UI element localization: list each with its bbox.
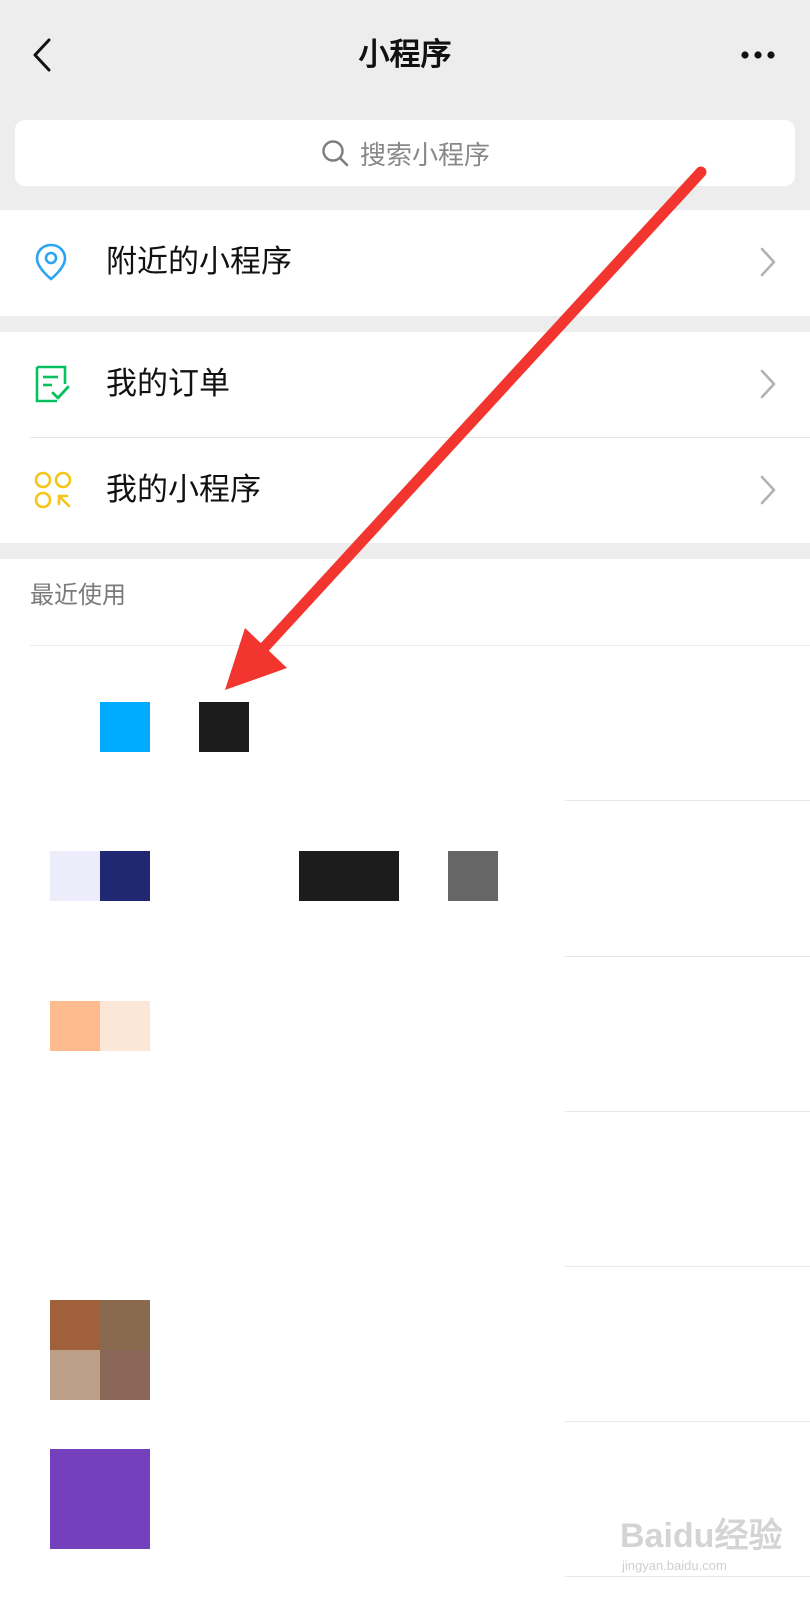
more-button[interactable]	[728, 35, 788, 75]
nearby-label: 附近的小程序	[106, 244, 292, 280]
app-tile-pixel	[100, 1300, 150, 1350]
baidu-watermark: Baidu经验 jingyan.baidu.com	[620, 1508, 800, 1588]
mini-program-icon	[33, 470, 73, 510]
app-tile-pixel	[199, 702, 249, 752]
app-tile-pixel	[448, 851, 498, 901]
chevron-right-icon	[758, 246, 778, 278]
section-gap	[0, 543, 810, 559]
location-pin-icon	[33, 242, 73, 282]
app-tile-pixel	[50, 1300, 100, 1350]
more-dots-icon	[741, 51, 775, 59]
my-mini-programs-label: 我的小程序	[106, 472, 261, 508]
section-gap	[0, 316, 810, 332]
app-tile-pixel	[50, 1449, 150, 1549]
my-mini-programs-item[interactable]: 我的小程序	[0, 438, 810, 542]
search-placeholder: 搜索小程序	[359, 140, 490, 171]
search-icon	[320, 138, 350, 168]
app-tile-pixel	[50, 851, 100, 901]
chevron-right-icon	[758, 474, 778, 506]
header-bar: 小程序	[0, 0, 810, 108]
app-tile-pixel	[100, 702, 150, 752]
search-input[interactable]: 搜索小程序	[15, 120, 795, 186]
divider	[565, 1421, 810, 1422]
app-tile-pixel	[100, 851, 150, 901]
recent-section-title: 最近使用	[30, 581, 126, 609]
order-check-icon	[33, 364, 73, 404]
watermark-sub: jingyan.baidu.com	[622, 1558, 727, 1573]
watermark-main: Baidu经验	[620, 1517, 783, 1555]
my-orders-label: 我的订单	[106, 366, 230, 402]
app-tile-pixel	[50, 1350, 100, 1400]
my-section: 我的订单 我的小程序	[0, 332, 810, 543]
nearby-mini-programs-item[interactable]: 附近的小程序	[0, 210, 810, 314]
page-title: 小程序	[358, 37, 452, 73]
nearby-section: 附近的小程序	[0, 210, 810, 316]
chevron-right-icon	[758, 368, 778, 400]
divider	[565, 800, 810, 801]
app-tile-pixel	[100, 1350, 150, 1400]
divider	[565, 1111, 810, 1112]
search-area: 搜索小程序	[0, 108, 810, 210]
app-tile-pixel	[299, 851, 399, 901]
divider	[30, 645, 810, 646]
app-tile-pixel	[100, 1001, 150, 1051]
divider	[565, 956, 810, 957]
my-orders-item[interactable]: 我的订单	[0, 332, 810, 436]
divider	[565, 1266, 810, 1267]
app-tile-pixel	[50, 1001, 100, 1051]
